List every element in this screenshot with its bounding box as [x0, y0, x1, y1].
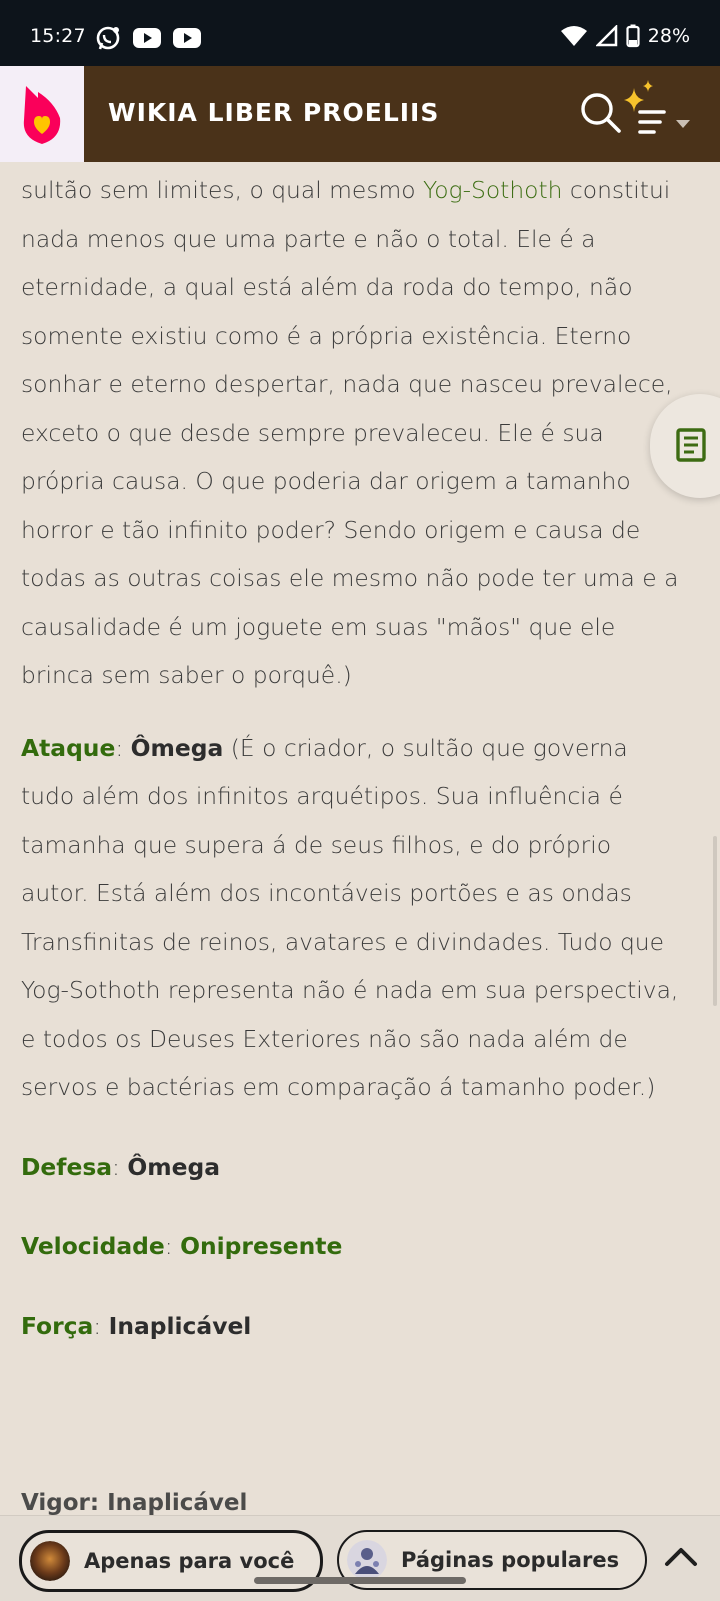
- description-paragraph: sultão sem limites, o qual mesmo Yog-Sot…: [21, 176, 679, 689]
- battery-percentage: 28%: [647, 25, 690, 47]
- velocidade-value[interactable]: Onipresente: [180, 1232, 342, 1260]
- status-time: 15:27: [30, 25, 86, 47]
- forca-value: Inaplicável: [108, 1311, 252, 1340]
- ataque-text: (É o criador, o sultão que governa tudo …: [21, 733, 679, 1102]
- popular-pages-label: Páginas populares: [401, 1548, 620, 1572]
- signal-icon: [595, 25, 618, 47]
- menu-icon[interactable]: [620, 76, 704, 146]
- defesa-stat: Defesa: Ômega: [21, 1152, 221, 1181]
- forca-stat: Força: Inaplicável: [21, 1311, 252, 1340]
- battery-icon: [626, 24, 640, 48]
- whatsapp-icon: [96, 26, 120, 50]
- ataque-paragraph: Ataque: Ômega (É o criador, o sultão que…: [21, 733, 679, 1102]
- wiki-header: WIKIA LIBER PROELIIS: [0, 66, 720, 162]
- bottom-recommendation-bar: Apenas para você Páginas populares: [0, 1515, 720, 1601]
- wifi-icon: [560, 26, 587, 46]
- fandom-logo-button[interactable]: [0, 66, 84, 162]
- forca-label[interactable]: Força: [21, 1312, 93, 1340]
- defesa-value: Ômega: [127, 1152, 221, 1181]
- toc-icon: [676, 428, 706, 462]
- status-system-icons: 28%: [560, 24, 690, 48]
- article-content: sultão sem limites, o qual mesmo Yog-Sot…: [21, 166, 681, 1350]
- yog-sothoth-link[interactable]: Yog-Sothoth: [423, 176, 562, 204]
- status-bar: 15:27 28%: [0, 0, 720, 66]
- popular-pages-thumbnail: [347, 1540, 387, 1580]
- status-notification-icons: [94, 24, 202, 52]
- home-indicator[interactable]: [254, 1577, 466, 1584]
- scrollbar[interactable]: [713, 836, 717, 1006]
- for-you-label: Apenas para você: [84, 1549, 295, 1573]
- ataque-value: Ômega: [130, 733, 224, 762]
- sparkle-icon: [624, 88, 644, 112]
- chevron-down-icon: [676, 120, 690, 128]
- for-you-thumbnail: [30, 1541, 70, 1581]
- velocidade-stat: Velocidade: Onipresente: [21, 1232, 343, 1260]
- chevron-up-icon[interactable]: [664, 1544, 698, 1568]
- defesa-label[interactable]: Defesa: [21, 1153, 112, 1181]
- youtube-icon: [173, 28, 201, 48]
- ataque-label[interactable]: Ataque: [21, 734, 115, 762]
- velocidade-label[interactable]: Velocidade: [21, 1232, 165, 1260]
- youtube-icon: [133, 28, 161, 48]
- wiki-title[interactable]: WIKIA LIBER PROELIIS: [108, 98, 439, 127]
- fandom-logo-icon: [23, 86, 61, 144]
- search-icon[interactable]: [578, 90, 624, 136]
